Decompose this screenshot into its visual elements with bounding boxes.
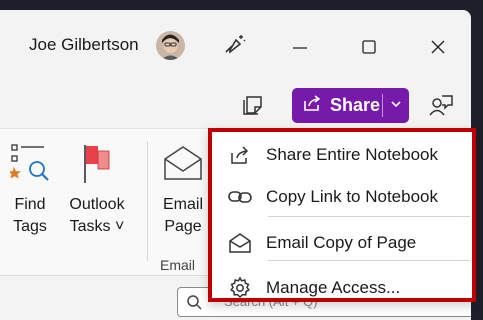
share-dropdown-button[interactable]: [383, 97, 409, 115]
menu-item-share-entire-notebook[interactable]: Share Entire Notebook: [212, 135, 472, 175]
menu-divider: [268, 260, 470, 261]
share-menu: Share Entire Notebook Copy Link to Noteb…: [208, 128, 476, 302]
close-icon[interactable]: [430, 39, 446, 60]
ribbon-divider: [147, 141, 148, 261]
maximize-icon[interactable]: [361, 39, 377, 60]
share-icon: [302, 93, 322, 118]
envelope-icon: [164, 146, 202, 180]
sticky-note-icon[interactable]: [240, 94, 264, 123]
avatar[interactable]: [156, 31, 185, 60]
menu-item-label: Copy Link to Notebook: [266, 187, 438, 206]
gear-icon: [228, 276, 252, 300]
menu-item-copy-link[interactable]: Copy Link to Notebook: [212, 177, 472, 217]
red-flag-icon: [84, 145, 110, 183]
link-icon: [228, 185, 252, 209]
email-page-label-2: Page: [164, 218, 202, 235]
share-button[interactable]: Share: [292, 88, 409, 123]
find-tags-button[interactable]: Find Tags: [8, 141, 50, 238]
envelope-icon: [228, 231, 252, 255]
coauthor-icon[interactable]: [222, 30, 248, 61]
menu-divider: [268, 216, 470, 217]
share-icon: [228, 143, 252, 167]
account-name[interactable]: Joe Gilbertson: [29, 35, 139, 55]
feedback-icon[interactable]: [428, 93, 454, 124]
share-main-button[interactable]: Share: [292, 88, 382, 123]
menu-item-label: Manage Access...: [266, 278, 401, 297]
outlook-tasks-label-2: Tasks ˅: [69, 218, 125, 235]
find-tags-label-2: Tags: [13, 218, 47, 235]
share-label: Share: [330, 95, 381, 115]
menu-item-label: Share Entire Notebook: [266, 145, 438, 164]
email-page-label-1: Email: [162, 196, 203, 213]
find-tags-icon: [8, 144, 49, 181]
email-page-button[interactable]: Email Page: [158, 141, 208, 238]
minimize-icon[interactable]: [292, 40, 308, 61]
find-tags-label-1: Find: [14, 196, 46, 213]
ribbon-group-email: Email: [160, 257, 196, 273]
menu-item-email-copy[interactable]: Email Copy of Page: [212, 223, 472, 263]
chevron-down-icon: [390, 97, 402, 115]
search-icon: [186, 294, 202, 315]
outlook-tasks-button[interactable]: Outlook Tasks ˅: [62, 141, 132, 238]
menu-item-label: Email Copy of Page: [266, 233, 417, 252]
outlook-tasks-label-1: Outlook: [69, 196, 125, 213]
menu-item-manage-access[interactable]: Manage Access...: [212, 268, 472, 308]
